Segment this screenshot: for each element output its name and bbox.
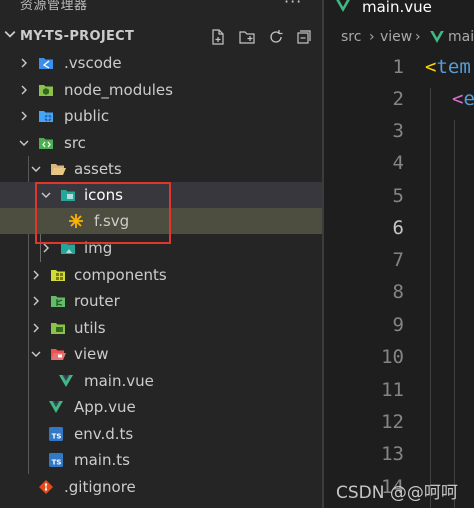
- tree-item-gitignore[interactable]: .gitignore: [0, 474, 322, 500]
- chevron-right-icon: [30, 321, 42, 335]
- node-folder-icon: [38, 82, 54, 98]
- tab-main-vue[interactable]: main.vue: [324, 0, 474, 16]
- public-folder-icon: [38, 108, 54, 124]
- tree-item-label: components: [74, 266, 167, 284]
- tree-item-label: node_modules: [64, 81, 173, 99]
- code-bracket: <: [425, 56, 437, 78]
- folder-open-icon: [50, 161, 66, 177]
- annotation-highlight-box: [35, 182, 171, 244]
- tree-item-label: main.ts: [74, 451, 130, 469]
- code-line-2[interactable]: <e: [452, 88, 474, 110]
- src-folder-icon: [38, 135, 54, 151]
- line-number: 1: [392, 56, 404, 78]
- tree-item-main-vue[interactable]: main.vue: [0, 368, 322, 394]
- tree-item-label: router: [74, 292, 120, 310]
- vue-file-icon: [430, 31, 444, 43]
- tree-item-label: assets: [74, 160, 122, 178]
- refresh-icon[interactable]: [266, 27, 286, 47]
- tree-item-label: .vscode: [64, 54, 122, 72]
- project-name: MY-TS-PROJECT: [20, 29, 135, 44]
- chevron-down-icon: [18, 136, 30, 150]
- line-number: 4: [392, 152, 404, 174]
- line-number: 13: [381, 443, 404, 465]
- tree-item-label: env.d.ts: [74, 425, 134, 443]
- tree-item-label: public: [64, 107, 110, 125]
- breadcrumb: src › view › mai: [324, 27, 474, 49]
- chevron-right-icon: [30, 268, 42, 282]
- project-header[interactable]: MY-TS-PROJECT: [0, 24, 322, 50]
- line-number: 6: [392, 217, 404, 239]
- code-line-1[interactable]: <tem: [425, 56, 471, 78]
- explorer-header: 资源管理器 ···: [0, 0, 322, 14]
- chevron-right-icon: ›: [415, 29, 421, 45]
- editor-pane: main.vue src › view › mai 1 2 3 4 5 6 7 …: [324, 0, 474, 508]
- code-tag: tem: [436, 56, 471, 78]
- chevron-right-icon: [18, 109, 30, 123]
- tab-label: main.vue: [362, 0, 432, 16]
- tree-item-label: .gitignore: [64, 478, 136, 496]
- svg-text:TS: TS: [52, 433, 62, 441]
- line-number: 12: [381, 411, 404, 433]
- vue-file-icon: [58, 373, 74, 389]
- line-number: 8: [392, 281, 404, 303]
- explorer-title: 资源管理器: [20, 0, 88, 13]
- ts-file-icon: TS: [48, 426, 64, 442]
- tab-bar: main.vue: [324, 0, 474, 16]
- tree-item-label: src: [64, 134, 86, 152]
- view-folder-icon: [50, 346, 66, 362]
- watermark: CSDN @@呵呵: [336, 483, 458, 503]
- line-number: 11: [381, 379, 404, 401]
- tree-item-main-ts[interactable]: TS main.ts: [0, 447, 322, 473]
- code-bracket: <: [452, 88, 464, 110]
- tree-item-assets[interactable]: assets: [0, 156, 322, 182]
- line-number: 7: [392, 249, 404, 271]
- tree-item-vscode[interactable]: .vscode: [0, 50, 322, 76]
- explorer-panel: 资源管理器 ··· MY-TS-PROJECT .vscode node_mod…: [0, 0, 322, 508]
- tree-item-utils[interactable]: utils: [0, 315, 322, 341]
- breadcrumb-item[interactable]: src: [341, 29, 361, 45]
- indent-guide: [454, 120, 455, 508]
- indent-guide: [430, 88, 431, 508]
- tree-item-src[interactable]: src: [0, 130, 322, 156]
- utils-folder-icon: [50, 320, 66, 336]
- new-folder-icon[interactable]: [237, 27, 257, 47]
- line-number: 2: [392, 88, 404, 110]
- tree-item-label: App.vue: [74, 398, 136, 416]
- router-folder-icon: [50, 293, 66, 309]
- vue-file-icon: [48, 399, 64, 415]
- chevron-right-icon: ›: [369, 29, 375, 45]
- more-actions-icon[interactable]: ···: [284, 0, 302, 11]
- chevron-right-icon: [18, 56, 30, 70]
- line-number: 9: [392, 314, 404, 336]
- new-file-icon[interactable]: [208, 27, 228, 47]
- chevron-right-icon: [18, 83, 30, 97]
- breadcrumb-item[interactable]: mai: [448, 29, 474, 45]
- chevron-right-icon: [30, 294, 42, 308]
- git-file-icon: [38, 479, 54, 495]
- vscode-folder-icon: [38, 55, 54, 71]
- tree-item-view[interactable]: view: [0, 341, 322, 367]
- tree-item-router[interactable]: router: [0, 288, 322, 314]
- tree-item-components[interactable]: components: [0, 262, 322, 288]
- chevron-down-icon: [30, 162, 42, 176]
- tree-item-node-modules[interactable]: node_modules: [0, 77, 322, 103]
- line-number: 10: [381, 346, 404, 368]
- tree-item-env-d-ts[interactable]: TS env.d.ts: [0, 421, 322, 447]
- ts-file-icon: TS: [48, 452, 64, 468]
- tree-item-label: utils: [74, 319, 106, 337]
- breadcrumb-item[interactable]: view: [380, 29, 412, 45]
- vue-file-icon: [336, 0, 350, 12]
- chevron-down-icon: [4, 28, 16, 44]
- line-number: 3: [392, 120, 404, 142]
- tree-item-label: main.vue: [84, 372, 154, 390]
- code-tag: e: [463, 88, 474, 110]
- svg-text:TS: TS: [52, 459, 62, 467]
- collapse-all-icon[interactable]: [294, 27, 314, 47]
- tree-item-public[interactable]: public: [0, 103, 322, 129]
- chevron-down-icon: [30, 347, 42, 361]
- tree-item-app-vue[interactable]: App.vue: [0, 394, 322, 420]
- components-folder-icon: [50, 267, 66, 283]
- line-number: 5: [392, 185, 404, 207]
- tree-item-label: view: [74, 345, 109, 363]
